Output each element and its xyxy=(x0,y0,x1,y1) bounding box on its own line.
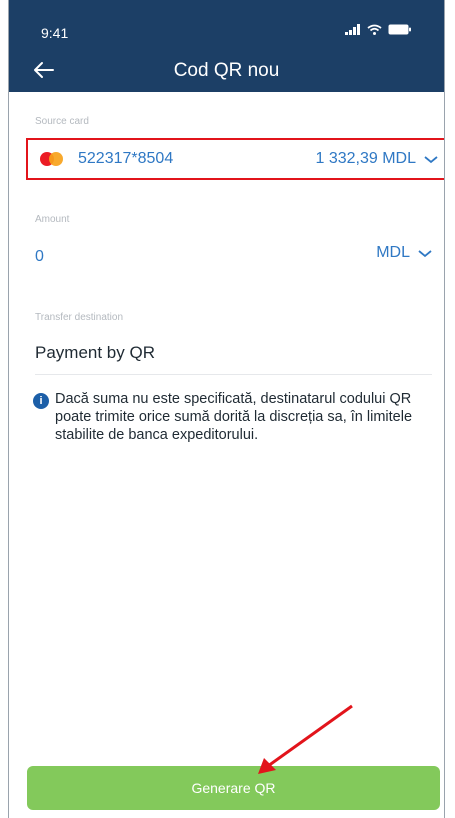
divider xyxy=(35,374,432,375)
source-card-label: Source card xyxy=(35,116,89,127)
currency-selector[interactable]: MDL xyxy=(376,244,432,262)
source-card-selector[interactable]: 522317*8504 1 332,39 MDL xyxy=(26,138,444,180)
status-icons xyxy=(345,24,412,35)
signal-icon xyxy=(345,24,360,35)
phone-screen: 9:41 Cod QR nou Source card 522317*8504 … xyxy=(8,0,445,818)
page-title: Cod QR nou xyxy=(173,60,280,81)
card-balance: 1 332,39 MDL xyxy=(315,150,416,167)
mastercard-icon xyxy=(40,152,68,166)
pointer-arrow-icon xyxy=(258,704,353,774)
amount-input[interactable]: 0 xyxy=(35,248,44,266)
info-icon: i xyxy=(33,393,49,409)
status-time: 9:41 xyxy=(41,25,69,41)
info-text: Dacă suma nu este specificată, destinata… xyxy=(55,391,413,443)
amount-label: Amount xyxy=(35,214,70,225)
battery-icon xyxy=(388,24,411,35)
chevron-down-icon xyxy=(418,250,432,258)
transfer-destination-value[interactable]: Payment by QR xyxy=(35,343,155,363)
currency-value: MDL xyxy=(376,244,410,261)
wifi-icon xyxy=(367,24,382,35)
generate-qr-button[interactable]: Generare QR xyxy=(27,766,440,810)
transfer-destination-label: Transfer destination xyxy=(35,312,124,323)
app-header: 9:41 Cod QR nou xyxy=(9,0,444,92)
chevron-down-icon xyxy=(424,156,438,164)
card-number: 522317*8504 xyxy=(78,150,174,167)
info-note: i Dacă suma nu este specificată, destina… xyxy=(33,390,429,444)
